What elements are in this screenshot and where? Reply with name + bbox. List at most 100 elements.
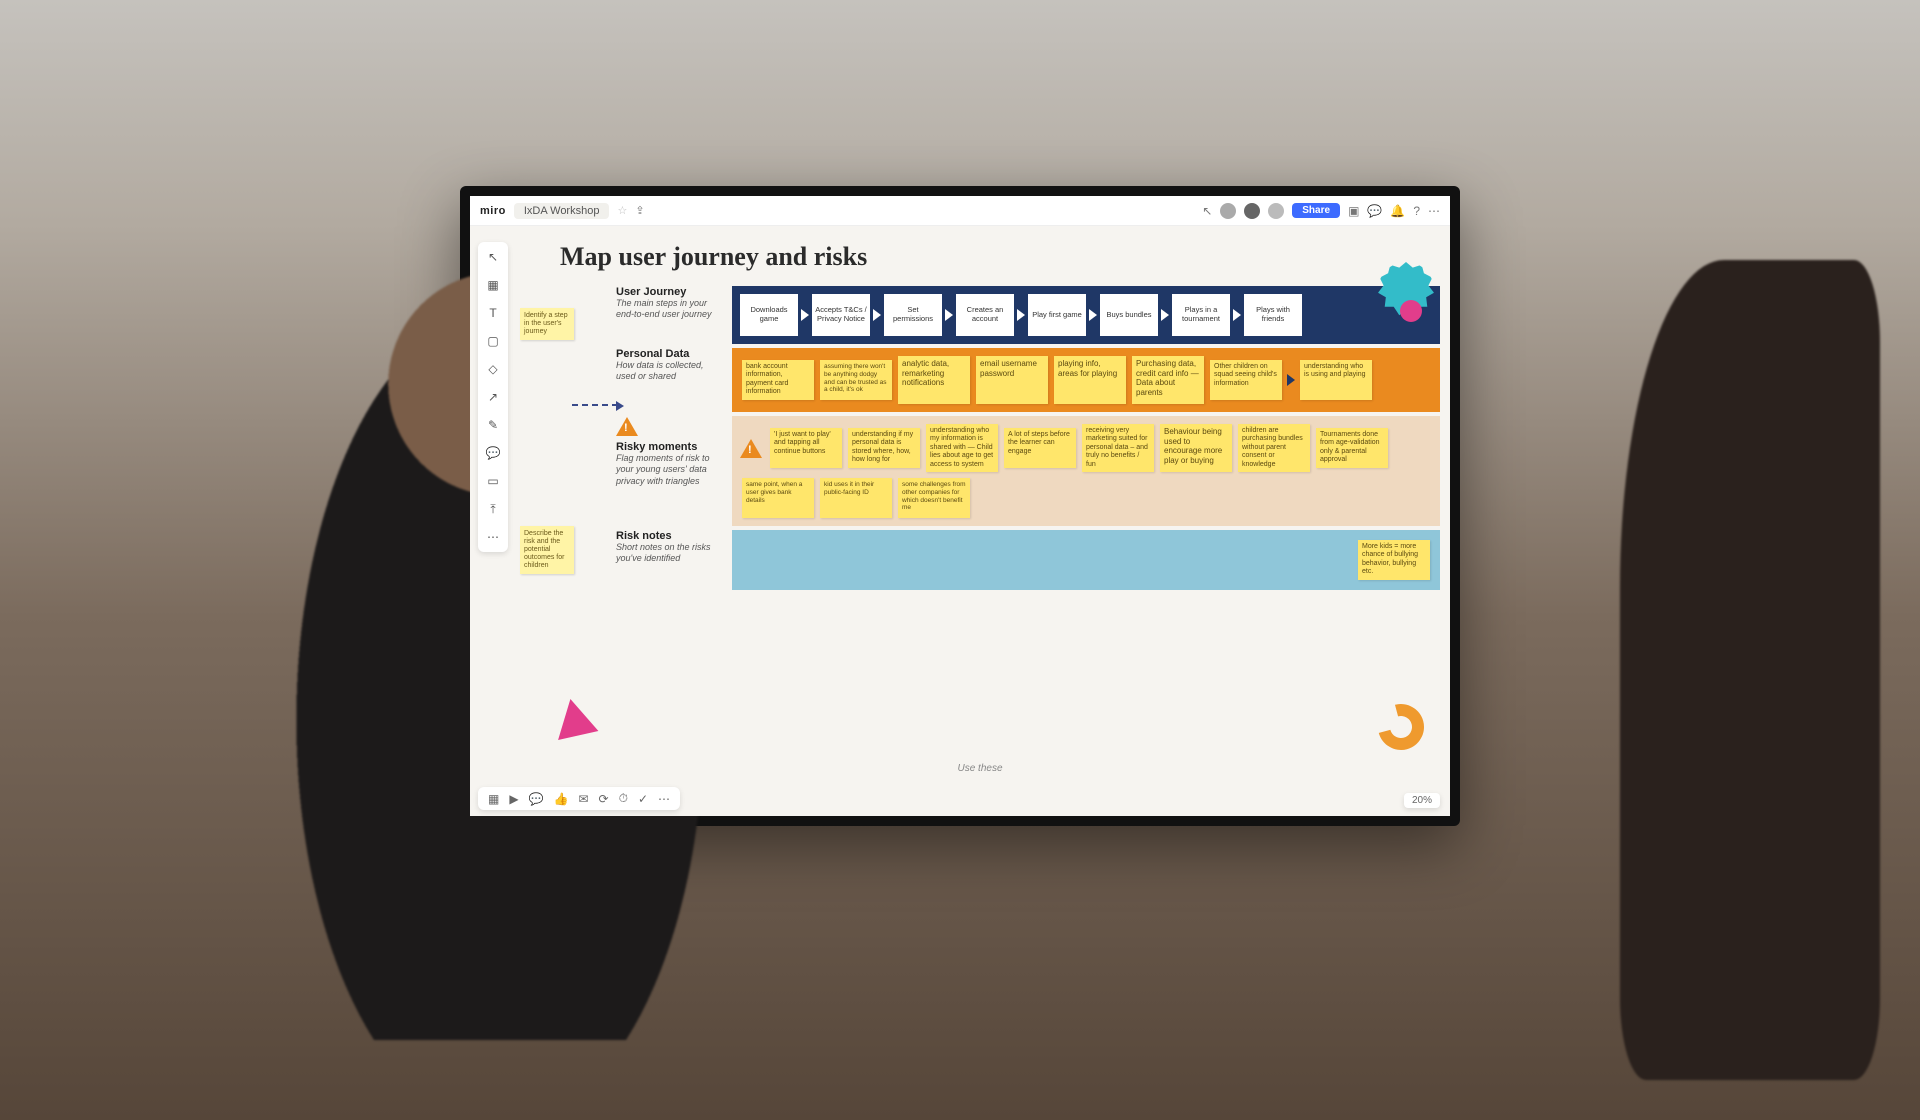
sticky-note[interactable]: Tournaments done from age-validation onl…	[1316, 428, 1388, 468]
row-subtitle: The main steps in your end-to-end user j…	[616, 298, 722, 321]
notes-strip[interactable]: More kids = more chance of bullying beha…	[732, 530, 1440, 590]
arrow-icon	[1161, 309, 1169, 321]
lane-user-journey: User Journey The main steps in your end-…	[616, 286, 1440, 344]
template-tool[interactable]: ▦	[484, 276, 502, 294]
star-icon[interactable]: ☆	[617, 204, 627, 217]
sticky-note[interactable]: Other children on squad seeing child's i…	[1210, 360, 1282, 400]
row-title: Risk notes	[616, 530, 722, 542]
side-note-describe[interactable]: Describe the risk and the potential outc…	[520, 526, 574, 574]
sticky-note[interactable]: Purchasing data, credit card info — Data…	[1132, 356, 1204, 404]
more-icon[interactable]: ⋯	[658, 792, 670, 806]
sticky-note[interactable]: understanding if my personal data is sto…	[848, 428, 920, 468]
lane-personal-data: Personal Data How data is collected, use…	[616, 348, 1440, 412]
journey-step[interactable]: Play first game	[1028, 294, 1086, 336]
pen-tool[interactable]: ✎	[484, 416, 502, 434]
sticky-note[interactable]: bank account information, payment card i…	[742, 360, 814, 400]
sticky-note[interactable]: A lot of steps before the learner can en…	[1004, 428, 1076, 468]
sticky-note[interactable]: receiving very marketing suited for pers…	[1082, 424, 1154, 472]
sticky-note[interactable]: kid uses it in their public-facing ID	[820, 478, 892, 518]
bell-icon[interactable]: 🔔	[1390, 204, 1405, 218]
voting-icon[interactable]: ✓	[638, 792, 648, 806]
side-note-identify[interactable]: Identify a step in the user's journey	[520, 308, 574, 340]
bottom-toolbar: ▦ ▶ 💬 👍 ✉ ⟳ ⏱ ✓ ⋯	[478, 787, 680, 810]
shape-tool[interactable]: ◇	[484, 360, 502, 378]
sticky-note[interactable]: understanding who is using and playing	[1300, 360, 1372, 400]
sticky-note[interactable]: same point, when a user gives bank detai…	[742, 478, 814, 518]
dashed-arrow-icon	[572, 404, 618, 406]
more-menu-icon[interactable]: ⋯	[1428, 204, 1440, 218]
decor-pink-triangle	[548, 696, 604, 746]
present-icon[interactable]: ▶	[509, 792, 518, 806]
chat-icon[interactable]: ✉	[578, 792, 588, 806]
sticky-note[interactable]: analytic data, remarketing notifications	[898, 356, 970, 404]
miro-logo[interactable]: miro	[480, 205, 506, 217]
row-subtitle: How data is collected, used or shared	[616, 360, 722, 383]
personal-strip[interactable]: bank account information, payment card i…	[732, 348, 1440, 412]
row-subtitle: Short notes on the risks you've identifi…	[616, 542, 722, 565]
upload-tool[interactable]: ⤒	[484, 500, 502, 518]
journey-step[interactable]: Downloads game	[740, 294, 798, 336]
sticky-note[interactable]: email username password	[976, 356, 1048, 404]
arrow-icon	[1287, 374, 1295, 386]
reactions-icon[interactable]: 👍	[554, 792, 569, 806]
sticky-tool[interactable]: ▢	[484, 332, 502, 350]
collaborator-avatar-2[interactable]	[1244, 203, 1260, 219]
sticky-note[interactable]: Behaviour being used to encourage more p…	[1160, 424, 1232, 472]
decor-pink-dot	[1400, 300, 1422, 322]
timer-icon[interactable]: ⏱	[619, 791, 628, 806]
arrow-icon	[873, 309, 881, 321]
comments-icon[interactable]: 💬	[1367, 204, 1382, 218]
frames-icon[interactable]: ▦	[488, 792, 499, 806]
row-title: Risky moments	[616, 441, 722, 453]
sticky-note[interactable]: playing info, areas for playing	[1054, 356, 1126, 404]
export-icon[interactable]: ⇪	[635, 204, 644, 217]
board-title: Map user journey and risks	[560, 242, 1440, 272]
connector-tool[interactable]: ↗	[484, 388, 502, 406]
journey-step[interactable]: Creates an account	[956, 294, 1014, 336]
collaborator-avatar-3[interactable]	[1268, 203, 1284, 219]
activity-icon[interactable]: ⟳	[599, 792, 609, 806]
cursor-presence-icon[interactable]: ↖	[1202, 204, 1212, 218]
journey-step[interactable]: Plays with friends	[1244, 294, 1302, 336]
warning-icon	[616, 416, 638, 436]
collaborator-avatar-1[interactable]	[1220, 203, 1236, 219]
board-canvas[interactable]: Map user journey and risks Identify a st…	[520, 236, 1440, 780]
journey-step[interactable]: Buys bundles	[1100, 294, 1158, 336]
sticky-note[interactable]: assuming there won't be anything dodgy a…	[820, 360, 892, 400]
comments-icon[interactable]: 💬	[529, 792, 544, 806]
miro-screen: miro IxDA Workshop ☆ ⇪ ↖ Share ▣ 💬 🔔 ? ⋯	[470, 196, 1450, 816]
journey-step[interactable]: Plays in a tournament	[1172, 294, 1230, 336]
help-icon[interactable]: ?	[1413, 204, 1420, 218]
journey-step[interactable]: Accepts T&Cs / Privacy Notice	[812, 294, 870, 336]
row-subtitle: Flag moments of risk to your young users…	[616, 453, 722, 487]
share-button[interactable]: Share	[1292, 203, 1340, 218]
sticky-note[interactable]: some challenges from other companies for…	[898, 478, 970, 518]
comment-tool[interactable]: 💬	[484, 444, 502, 462]
journey-strip[interactable]: Downloads game Accepts T&Cs / Privacy No…	[732, 286, 1440, 344]
sticky-note[interactable]: children are purchasing bundles without …	[1238, 424, 1310, 472]
journey-step[interactable]: Set permissions	[884, 294, 942, 336]
cursor-tool[interactable]: ↖	[484, 248, 502, 266]
sticky-note[interactable]: More kids = more chance of bullying beha…	[1358, 540, 1430, 580]
top-bar: miro IxDA Workshop ☆ ⇪ ↖ Share ▣ 💬 🔔 ? ⋯	[470, 196, 1450, 226]
presentation-icon[interactable]: ▣	[1348, 204, 1359, 218]
footer-hint: Use these	[957, 763, 1002, 774]
zoom-indicator[interactable]: 20%	[1404, 793, 1440, 808]
board-name-chip[interactable]: IxDA Workshop	[514, 203, 610, 219]
row-title: User Journey	[616, 286, 722, 298]
row-title: Personal Data	[616, 348, 722, 360]
sticky-note[interactable]: understanding who my information is shar…	[926, 424, 998, 472]
arrow-icon	[801, 309, 809, 321]
decor-orange-curl	[1370, 696, 1433, 759]
text-tool[interactable]: T	[484, 304, 502, 322]
frame-tool[interactable]: ▭	[484, 472, 502, 490]
warning-icon	[740, 438, 762, 458]
sticky-note[interactable]: 'I just want to play' and tapping all co…	[770, 428, 842, 468]
attendee-silhouette	[1620, 260, 1880, 1080]
tool-rail: ↖ ▦ T ▢ ◇ ↗ ✎ 💬 ▭ ⤒ ⋯	[478, 242, 508, 552]
risky-strip[interactable]: 'I just want to play' and tapping all co…	[732, 416, 1440, 526]
arrow-icon	[945, 309, 953, 321]
arrow-icon	[1089, 309, 1097, 321]
lane-risky-moments: Risky moments Flag moments of risk to yo…	[616, 416, 1440, 526]
apps-tool[interactable]: ⋯	[484, 528, 502, 546]
